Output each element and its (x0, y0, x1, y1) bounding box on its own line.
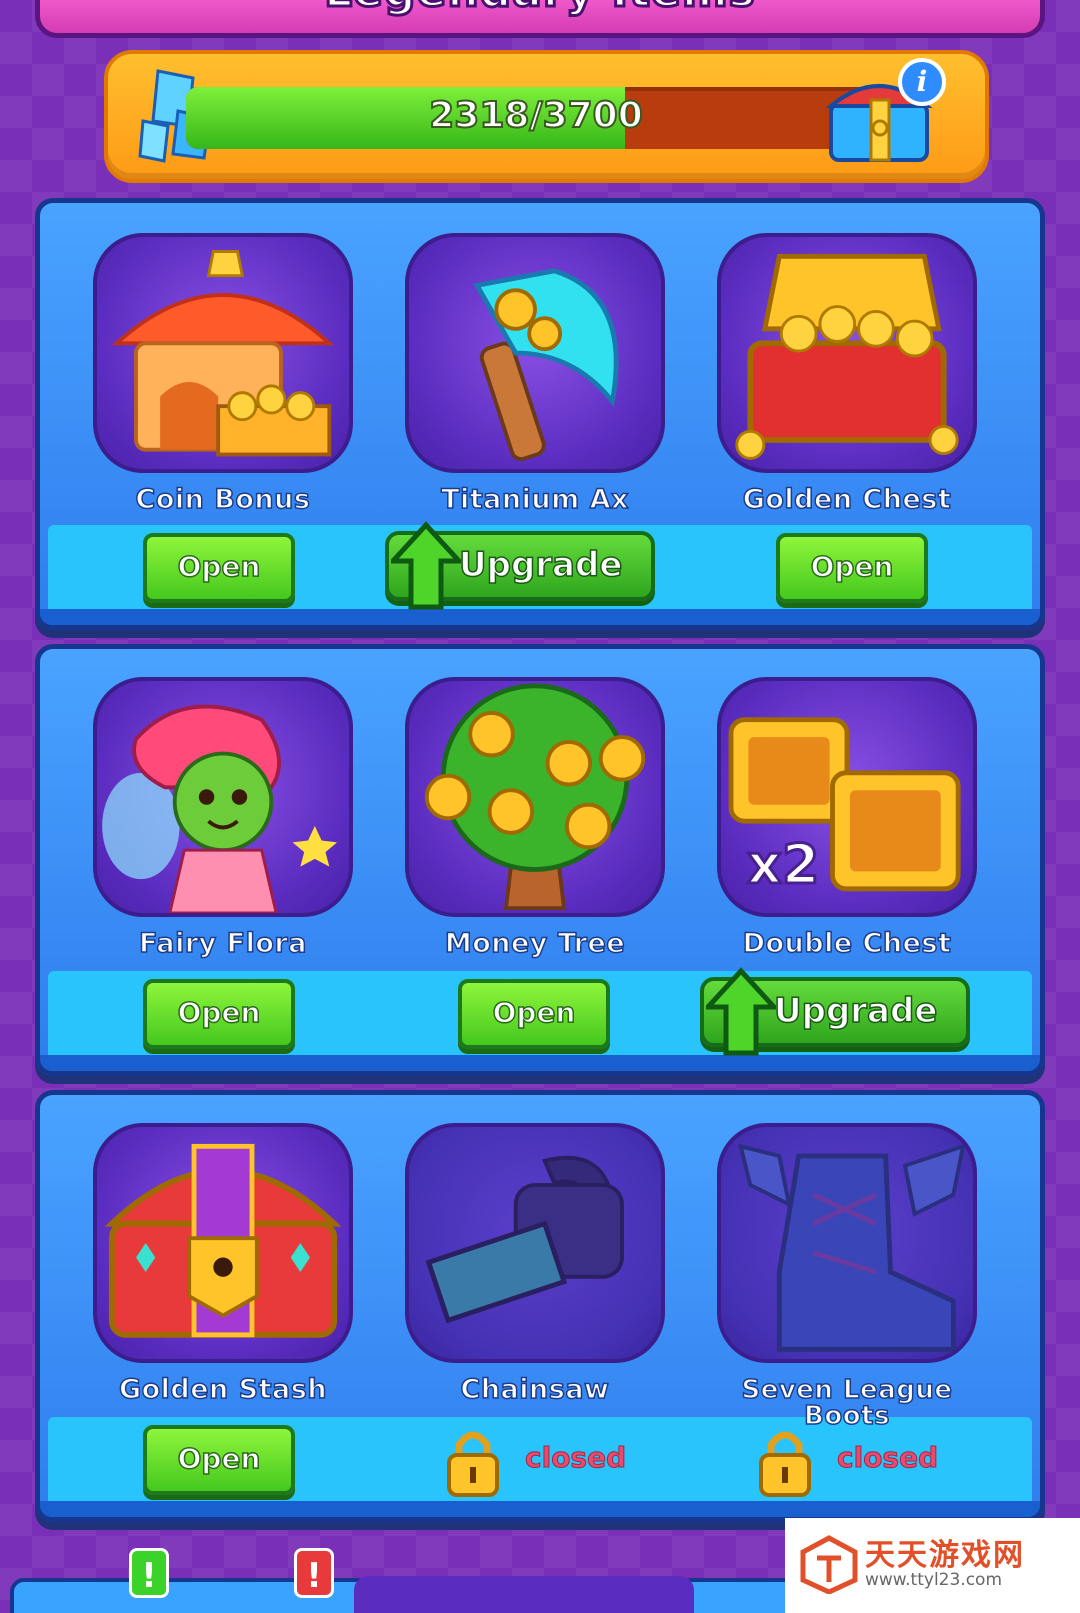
item-name: Coin Bonus (135, 484, 311, 515)
item-money-tree[interactable]: Money Tree (405, 677, 665, 959)
item-fairy-flora[interactable]: Fairy Flora (93, 677, 353, 959)
item-golden-stash[interactable]: Golden Stash (93, 1123, 353, 1405)
watermark-url: www.ttyl23.com (865, 1570, 1003, 1590)
fairy-icon (102, 704, 338, 913)
item-titanium-ax[interactable]: Titanium Ax (405, 233, 665, 515)
lock-icon (447, 1431, 499, 1497)
golden-chest-icon (735, 253, 959, 460)
item-name: Fairy Flora (138, 928, 307, 959)
notification-badge-2: ! (294, 1548, 334, 1598)
watermark-title: 天天游戏网 (865, 1538, 1025, 1573)
nav-tab-center[interactable] (354, 1576, 694, 1613)
info-icon[interactable]: i (898, 58, 946, 106)
notification-badge-1: ! (129, 1548, 169, 1598)
item-seven-league-boots[interactable]: Seven League Boots (717, 1123, 977, 1431)
upgrade-arrow-icon (706, 967, 776, 1056)
item-name: Chainsaw (460, 1374, 610, 1405)
page-title: Legendary Items (40, 0, 1040, 19)
progress-text: 2318/3700 (428, 94, 644, 137)
item-name: Double Chest (742, 928, 952, 959)
upgrade-button-titanium-ax[interactable]: Upgrade (385, 521, 655, 610)
chainsaw-icon (425, 1155, 624, 1324)
closed-status-seven-league-boots: closed (757, 1425, 977, 1505)
item-coin-bonus[interactable]: Coin Bonus (93, 233, 353, 515)
lock-icon (759, 1431, 811, 1497)
coin-bonus-icon (111, 250, 335, 457)
closed-label: closed (524, 1441, 627, 1475)
item-row-2: Fairy Flora Money Tree x2 Double Chest O… (35, 644, 1045, 1076)
money-tree-icon (424, 683, 646, 911)
open-button-coin-bonus[interactable]: Open (143, 533, 295, 603)
winged-boots-icon (738, 1143, 966, 1352)
title-banner: Legendary Items (35, 0, 1045, 38)
open-button-golden-chest[interactable]: Open (776, 533, 928, 603)
item-name: Golden Chest (742, 484, 952, 515)
item-chainsaw[interactable]: Chainsaw (405, 1123, 665, 1405)
item-row-3: Golden Stash Chainsaw Seven League Boots… (35, 1090, 1045, 1522)
open-button-fairy-flora[interactable]: Open (143, 979, 295, 1049)
item-golden-chest[interactable]: Golden Chest (717, 233, 977, 515)
item-row-1: Coin Bonus Titanium Ax Golden Chest Open… (35, 198, 1045, 630)
item-name: Seven League Boots (741, 1375, 953, 1431)
closed-status-chainsaw: closed (445, 1425, 665, 1505)
upgrade-label: Upgrade (773, 990, 938, 1032)
upgrade-button-double-chest[interactable]: Upgrade (700, 967, 970, 1056)
closed-label: closed (836, 1441, 939, 1475)
open-button-golden-stash[interactable]: Open (143, 1425, 295, 1495)
multiplier-badge: x2 (745, 832, 820, 898)
golden-stash-icon (104, 1143, 342, 1338)
open-button-money-tree[interactable]: Open (458, 979, 610, 1049)
upgrade-arrow-icon (391, 521, 461, 610)
item-name: Money Tree (444, 928, 626, 959)
progress-panel: 2318/3700 i (104, 50, 989, 183)
progress-bar: 2318/3700 (186, 87, 886, 149)
watermark: 天天游戏网 www.ttyl23.com (785, 1518, 1080, 1613)
item-double-chest[interactable]: x2 Double Chest (717, 677, 977, 959)
upgrade-label: Upgrade (458, 544, 623, 586)
titanium-ax-icon (473, 268, 619, 461)
watermark-logo-icon (800, 1535, 858, 1594)
item-name: Titanium Ax (440, 484, 629, 515)
item-name: Golden Stash (118, 1374, 328, 1405)
